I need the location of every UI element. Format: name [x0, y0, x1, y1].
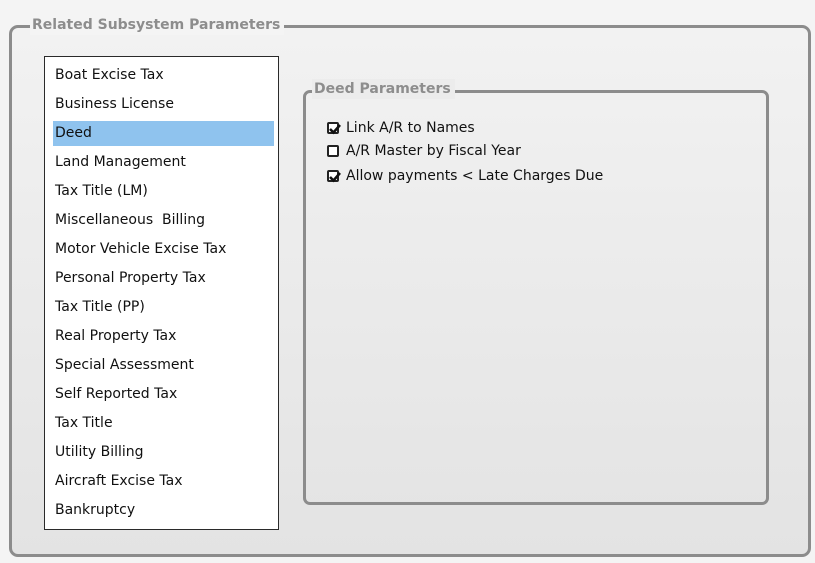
list-item[interactable]: Real Property Tax — [53, 322, 274, 351]
ar-master-by-fiscal-year-option[interactable]: A/R Master by Fiscal Year — [327, 141, 521, 161]
list-item[interactable]: Bankruptcy — [53, 496, 274, 525]
list-item[interactable]: Tax Title (LM) — [53, 177, 274, 206]
link-ar-to-names-option[interactable]: Link A/R to Names — [327, 118, 475, 138]
list-item[interactable]: Self Reported Tax — [53, 380, 274, 409]
list-item[interactable]: Tax Title (PP) — [53, 293, 274, 322]
list-item[interactable]: Tax Title — [53, 409, 274, 438]
allow-payments-late-charges-checkbox[interactable] — [327, 170, 341, 183]
list-item[interactable]: Deed — [53, 121, 274, 146]
allow-payments-late-charges-option[interactable]: Allow payments < Late Charges Due — [327, 166, 603, 186]
list-item[interactable]: Land Management — [53, 148, 274, 177]
ar-master-by-fiscal-year-checkbox[interactable] — [327, 145, 339, 157]
allow-payments-late-charges-label: Allow payments < Late Charges Due — [346, 168, 604, 184]
checkmark-icon — [329, 172, 341, 183]
list-item[interactable]: Miscellaneous Billing — [53, 206, 274, 235]
list-item[interactable]: Aircraft Excise Tax — [53, 467, 274, 496]
deed-parameters-title: Deed Parameters — [312, 79, 455, 99]
subsystem-list[interactable]: Boat Excise Tax Business License Deed La… — [44, 56, 279, 530]
list-item[interactable]: Boat Excise Tax — [53, 61, 274, 90]
related-subsystem-parameters-title: Related Subsystem Parameters — [30, 15, 285, 35]
list-item[interactable]: Business License — [53, 90, 274, 119]
link-ar-to-names-label: Link A/R to Names — [346, 120, 475, 136]
list-item[interactable]: Special Assessment — [53, 351, 274, 380]
ar-master-by-fiscal-year-label: A/R Master by Fiscal Year — [346, 143, 521, 159]
list-item[interactable]: Utility Billing — [53, 438, 274, 467]
list-item[interactable]: Personal Property Tax — [53, 264, 274, 293]
link-ar-to-names-checkbox[interactable] — [327, 122, 341, 135]
checkmark-icon — [329, 124, 341, 135]
list-item[interactable]: Motor Vehicle Excise Tax — [53, 235, 274, 264]
